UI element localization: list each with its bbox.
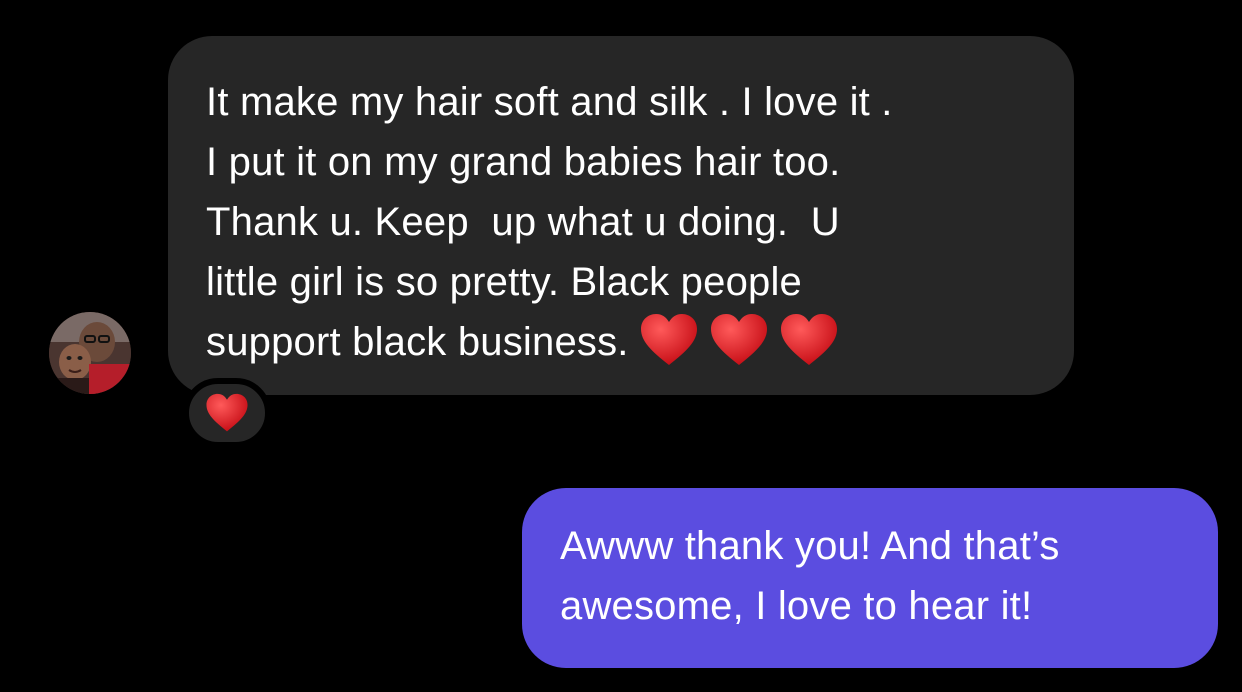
message-line: awesome, I love to hear it! — [560, 584, 1033, 628]
message-line: little girl is so pretty. Black people — [206, 260, 802, 304]
message-line: Awww thank you! And that’s — [560, 524, 1060, 568]
message-line: It make my hair soft and silk . I love i… — [206, 80, 893, 124]
avatar-photo — [49, 312, 131, 394]
red-heart-emoji-icon — [639, 313, 699, 367]
heart-reaction-badge[interactable] — [183, 378, 271, 448]
message-line: support black business. — [206, 320, 629, 364]
message-thread: It make my hair soft and silk . I love i… — [0, 0, 1242, 692]
incoming-message-text: It make my hair soft and silk . I love i… — [206, 72, 1034, 372]
message-line-last: support black business. — [206, 312, 1034, 372]
incoming-message-bubble[interactable]: It make my hair soft and silk . I love i… — [168, 36, 1074, 395]
outgoing-message-text: Awww thank you! And that’s awesome, I lov… — [560, 516, 1188, 636]
outgoing-message-bubble[interactable]: Awww thank you! And that’s awesome, I lov… — [522, 488, 1218, 668]
sender-avatar[interactable] — [49, 312, 131, 394]
red-heart-emoji-icon — [779, 313, 839, 367]
red-heart-emoji-icon — [709, 313, 769, 367]
message-line: Thank u. Keep up what u doing. U — [206, 200, 840, 244]
red-heart-emoji-icon — [206, 393, 248, 432]
message-line: I put it on my grand babies hair too. — [206, 140, 841, 184]
